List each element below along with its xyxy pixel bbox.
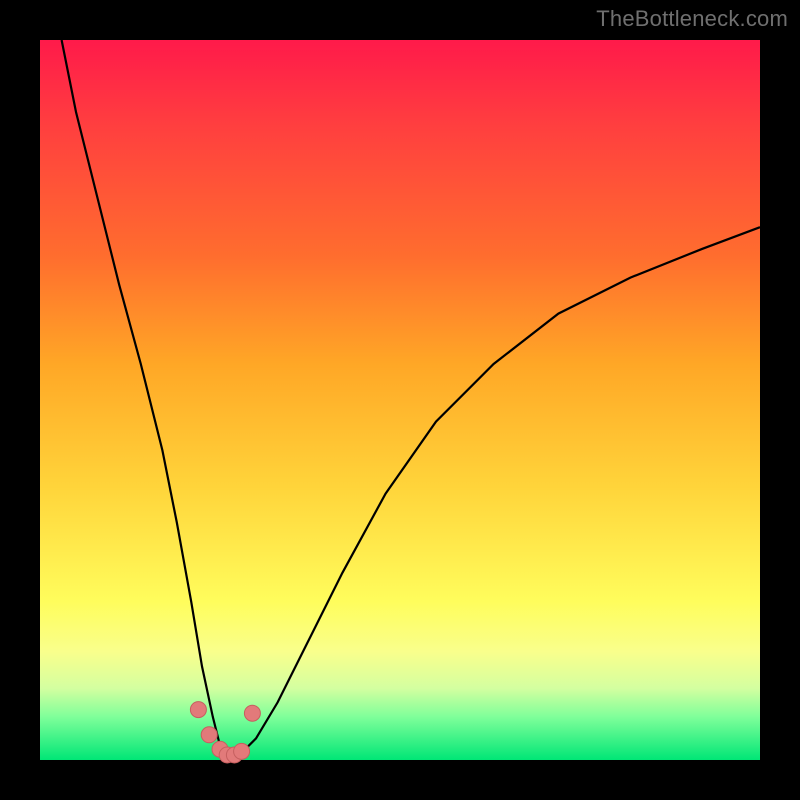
chart-frame: TheBottleneck.com: [0, 0, 800, 800]
chart-svg: [40, 40, 760, 760]
marker-point: [234, 743, 250, 759]
marker-point: [190, 702, 206, 718]
highlight-markers: [190, 702, 260, 763]
marker-point: [244, 705, 260, 721]
marker-point: [201, 727, 217, 743]
bottleneck-curve: [62, 40, 760, 756]
plot-area: [40, 40, 760, 760]
watermark-text: TheBottleneck.com: [596, 6, 788, 32]
